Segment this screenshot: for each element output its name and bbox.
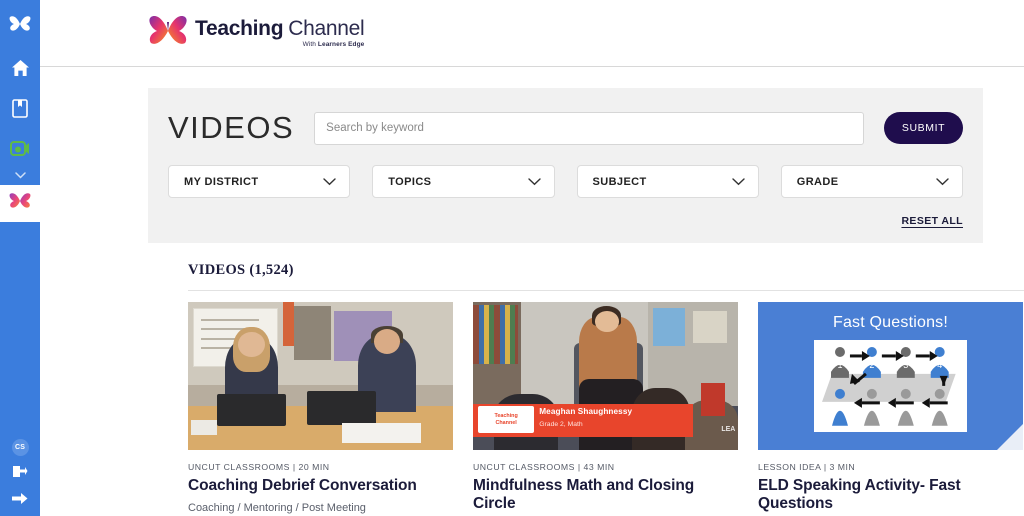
user-avatar[interactable]: CS — [11, 439, 29, 456]
svg-text:4: 4 — [937, 360, 942, 370]
svg-text:5: 5 — [837, 402, 842, 412]
video-card[interactable]: UNCUT CLASSROOMS | 20 MIN Coaching Debri… — [188, 302, 453, 516]
logo-tagline-prefix: With — [302, 40, 318, 48]
teaching-channel-badge: Teaching Channel — [478, 406, 534, 433]
video-card[interactable]: Fast Questions! 1 2 3 4 5 6 7 8 LESSON I… — [758, 302, 1023, 516]
video-thumbnail[interactable] — [188, 302, 453, 450]
home-icon — [11, 59, 30, 82]
logo-light-text: Channel — [288, 16, 365, 40]
card-kicker: LESSON IDEA | 3 MIN — [758, 462, 856, 472]
submit-button[interactable]: SUBMIT — [884, 112, 963, 144]
app-root: CS Teaching Channel With Learners Edge V… — [0, 0, 1024, 516]
sidebar-bottom-group: CS — [0, 439, 40, 510]
dropdown-grade[interactable]: GRADE — [780, 165, 963, 198]
badge-line-2: Channel — [495, 419, 517, 426]
overlay-presenter-subtitle: Grade 2, Math — [539, 421, 583, 429]
sidebar-item-butterfly-logo[interactable] — [0, 8, 40, 44]
chevron-down-icon — [527, 177, 541, 185]
butterfly-icon — [9, 15, 31, 38]
fast-questions-diagram: 1 2 3 4 5 6 7 8 — [821, 347, 956, 427]
overlay-presenter-name: Meaghan Shaughnessy — [539, 407, 633, 417]
filter-dropdown-row: MY DISTRICT TOPICS SUBJECT GRADE — [168, 165, 963, 198]
card-kicker: UNCUT CLASSROOMS | 20 MIN — [188, 462, 330, 472]
chevron-down-icon — [323, 177, 336, 185]
card-title[interactable]: Mindfulness Math and Closing Circle — [473, 477, 738, 513]
book-icon — [12, 98, 28, 123]
video-card[interactable]: Teaching Channel Meaghan Shaughnessy Gra… — [473, 302, 738, 516]
sidebar-item-videos[interactable] — [0, 185, 40, 222]
sidebar-media-chevron[interactable] — [0, 169, 40, 181]
svg-text:3: 3 — [903, 360, 908, 370]
filter-panel: VIDEOS SUBMIT MY DISTRICT TOPICS — [148, 88, 983, 243]
card-title[interactable]: ELD Speaking Activity- Fast Questions — [758, 477, 1023, 513]
dropdown-subject[interactable]: SUBJECT — [576, 165, 759, 198]
main-content: Teaching Channel With Learners Edge VIDEO… — [40, 0, 1024, 516]
dropdown-topics[interactable]: TOPICS — [372, 165, 555, 198]
butterfly-icon — [148, 14, 188, 53]
dropdown-label: SUBJECT — [592, 175, 647, 188]
chevron-down-icon — [14, 171, 26, 179]
avatar-initials: CS — [14, 444, 26, 451]
divider — [188, 290, 1024, 291]
reset-row: RESET ALL — [168, 215, 963, 227]
dropdown-label: TOPICS — [388, 175, 432, 188]
logo-tagline-bold: Learners Edge — [317, 40, 365, 48]
dropdown-label: MY DISTRICT — [184, 175, 259, 188]
logo-tagline: With Learners Edge — [195, 40, 365, 49]
chevron-down-icon — [732, 177, 745, 185]
page-fold-corner — [997, 424, 1023, 450]
svg-text:1: 1 — [837, 360, 842, 370]
video-thumbnail[interactable]: Fast Questions! 1 2 3 4 5 6 7 8 — [758, 302, 1023, 450]
chevron-down-icon — [936, 177, 949, 185]
search-input[interactable] — [314, 111, 864, 145]
reset-all-link[interactable]: RESET ALL — [901, 215, 963, 227]
sidebar-item-media[interactable] — [0, 132, 40, 169]
video-card-grid: UNCUT CLASSROOMS | 20 MIN Coaching Debri… — [188, 302, 1024, 516]
dropdown-my-district[interactable]: MY DISTRICT — [168, 165, 351, 198]
butterfly-icon — [9, 192, 31, 215]
overlay-watermark: LEA — [721, 426, 736, 434]
video-library-icon — [10, 140, 30, 162]
card-meta: Coaching / Mentoring / Post Meeting — [188, 501, 366, 514]
page-title: VIDEOS — [168, 110, 295, 145]
logout-icon[interactable] — [12, 464, 28, 484]
sidebar: CS — [0, 0, 40, 516]
results-count-heading: VIDEOS (1,524) — [188, 262, 294, 278]
sidebar-item-home[interactable] — [0, 52, 40, 89]
svg-text:2: 2 — [869, 360, 874, 370]
slide-diagram: 1 2 3 4 5 6 7 8 — [813, 340, 968, 433]
search-row: VIDEOS SUBMIT — [168, 110, 963, 146]
logo-bold-text: Teaching — [195, 16, 284, 40]
video-thumbnail[interactable]: Teaching Channel Meaghan Shaughnessy Gra… — [473, 302, 738, 450]
slide-title: Fast Questions! — [832, 313, 949, 331]
card-title[interactable]: Coaching Debrief Conversation — [188, 477, 453, 495]
top-header: Teaching Channel With Learners Edge — [40, 0, 1024, 67]
dropdown-label: GRADE — [796, 175, 839, 188]
arrow-right-icon[interactable] — [12, 492, 28, 510]
card-kicker: UNCUT CLASSROOMS | 43 MIN — [473, 462, 615, 472]
brand-logo[interactable]: Teaching Channel With Learners Edge — [148, 14, 365, 53]
results-header: VIDEOS (1,524) — [188, 262, 1024, 291]
sidebar-item-courses[interactable] — [0, 92, 40, 129]
